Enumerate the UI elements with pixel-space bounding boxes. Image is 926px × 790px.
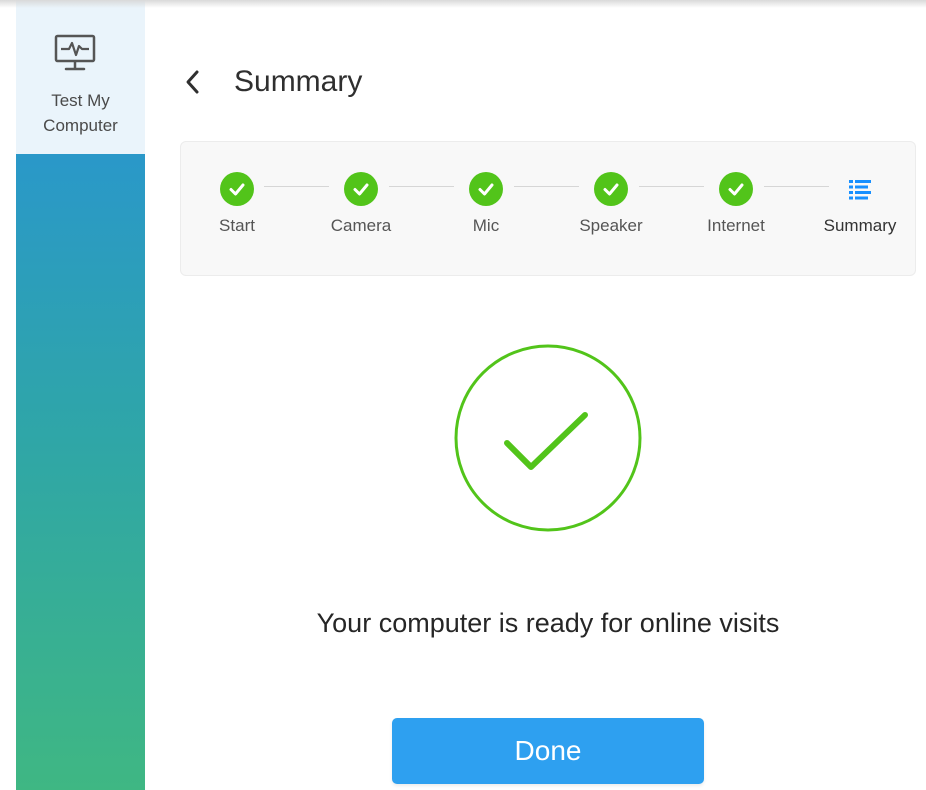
large-checkmark-icon xyxy=(454,344,642,532)
sidebar-background xyxy=(16,154,145,790)
step-label: Internet xyxy=(707,216,765,235)
chevron-left-icon xyxy=(186,70,199,94)
sidebar-item-test-my-computer[interactable]: Test My Computer xyxy=(16,0,145,154)
step-camera[interactable]: Camera xyxy=(311,172,411,236)
check-circle-icon xyxy=(220,172,254,206)
top-shadow xyxy=(0,0,926,8)
step-label: Mic xyxy=(472,216,500,235)
check-circle-icon xyxy=(719,172,753,206)
check-circle-icon xyxy=(594,172,628,206)
window-edge xyxy=(0,0,16,790)
step-start[interactable]: Start xyxy=(187,172,287,236)
step-mic[interactable]: Mic xyxy=(436,172,536,236)
step-speaker[interactable]: Speaker xyxy=(561,172,661,236)
list-icon xyxy=(843,172,877,206)
result-message: Your computer is ready for online visits xyxy=(316,608,780,638)
step-internet[interactable]: Internet xyxy=(686,172,786,236)
check-circle-icon xyxy=(344,172,378,206)
monitor-heartbeat-icon xyxy=(54,34,96,71)
step-label: Summary xyxy=(823,216,897,235)
page-title: Summary xyxy=(234,65,363,98)
progress-stepper: Start Camera Mic Speaker Internet Summar… xyxy=(180,141,916,276)
step-summary[interactable]: Summary xyxy=(810,172,910,236)
back-button[interactable] xyxy=(178,62,208,102)
check-circle-icon xyxy=(469,172,503,206)
step-label: Speaker xyxy=(579,216,643,235)
step-label: Camera xyxy=(330,216,392,235)
done-button[interactable]: Done xyxy=(392,718,704,784)
sidebar-item-label: Test My Computer xyxy=(43,91,118,135)
sidebar: Test My Computer xyxy=(16,0,145,790)
step-label: Start xyxy=(219,216,255,235)
